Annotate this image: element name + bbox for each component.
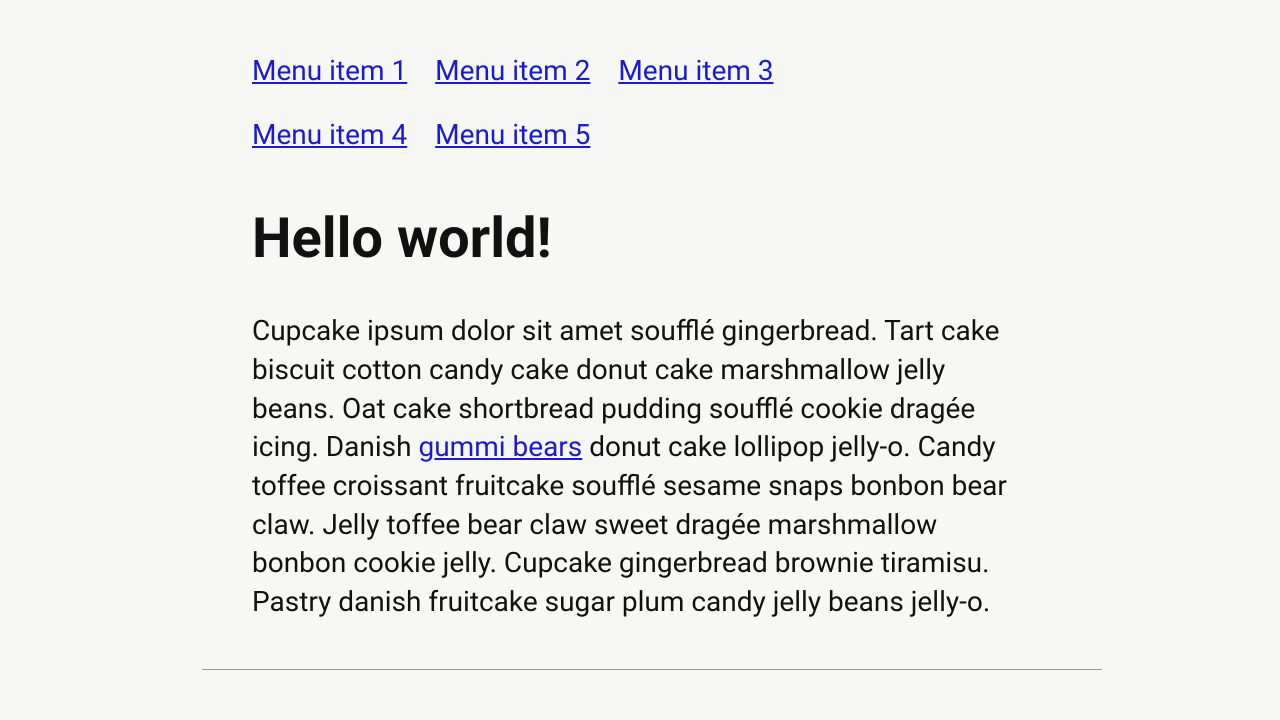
divider xyxy=(202,669,1102,670)
nav-link-4[interactable]: Menu item 4 xyxy=(252,118,407,152)
inline-link-gummi-bears[interactable]: gummi bears xyxy=(418,430,582,463)
nav-link-2[interactable]: Menu item 2 xyxy=(435,54,590,88)
nav-link-3[interactable]: Menu item 3 xyxy=(618,54,773,88)
nav-link-1[interactable]: Menu item 1 xyxy=(252,54,407,88)
main-nav: Menu item 1 Menu item 2 Menu item 3 Menu… xyxy=(252,54,1012,181)
body-paragraph: Cupcake ipsum dolor sit amet soufflé gin… xyxy=(252,312,1012,621)
nav-link-5[interactable]: Menu item 5 xyxy=(435,118,590,152)
page-heading: Hello world! xyxy=(252,205,1012,272)
